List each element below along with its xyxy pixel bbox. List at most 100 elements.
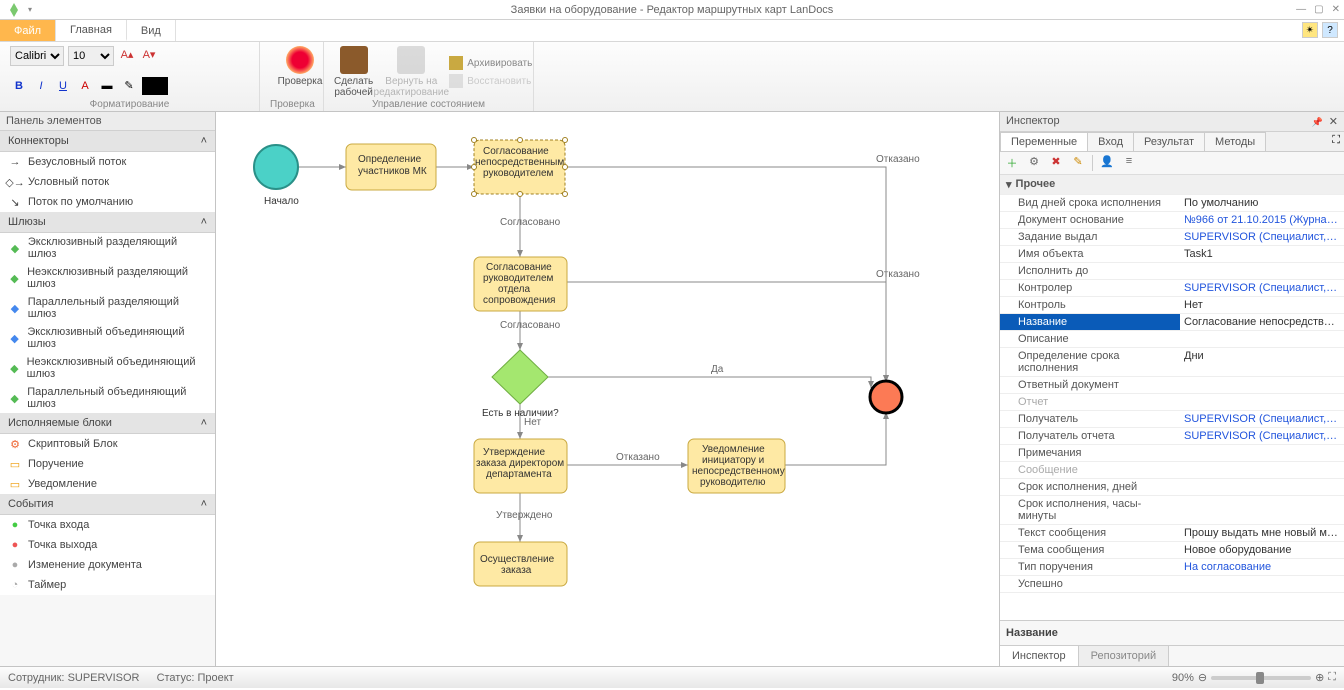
close-panel-icon[interactable]: ✕ xyxy=(1329,116,1338,128)
item-script-block[interactable]: ⚙Скриптовый Блок xyxy=(0,434,215,454)
menu-view[interactable]: Вид xyxy=(127,20,176,41)
gear-icon[interactable]: ⚙ xyxy=(1026,155,1042,171)
tab-methods[interactable]: Методы xyxy=(1204,132,1266,151)
underline-button[interactable]: U xyxy=(54,77,72,95)
filter-icon[interactable]: ≡ xyxy=(1121,155,1137,171)
property-row[interactable]: Описание xyxy=(1000,331,1344,348)
expand-icon[interactable]: ▾ xyxy=(1006,178,1012,191)
restore-button[interactable]: Восстановить xyxy=(449,74,532,88)
fill-button[interactable]: ▬ xyxy=(98,77,116,95)
shrink-font-icon[interactable]: A▾ xyxy=(140,46,158,64)
make-work-button[interactable]: Сделать рабочей xyxy=(334,46,373,98)
close-button[interactable]: ✕ xyxy=(1332,4,1340,15)
item-excl-split[interactable]: ◆Эксклюзивный разделяющий шлюз xyxy=(0,233,215,263)
item-assignment[interactable]: ▭Поручение xyxy=(0,454,215,474)
item-unconditional-flow[interactable]: →Безусловный поток xyxy=(0,152,215,172)
node-gateway[interactable] xyxy=(492,350,548,404)
property-row[interactable]: Вид дней срока исполненияПо умолчанию xyxy=(1000,195,1344,212)
status-bar: Сотрудник: SUPERVISOR Статус: Проект 90%… xyxy=(0,666,1344,688)
check-button[interactable]: Проверка xyxy=(270,46,330,87)
tab-input[interactable]: Вход xyxy=(1087,132,1134,151)
property-row[interactable]: ПолучательSUPERVISOR (Специалист, ООО ".… xyxy=(1000,411,1344,428)
maximize-button[interactable]: ▢ xyxy=(1314,4,1323,15)
tab-variables[interactable]: Переменные xyxy=(1000,132,1088,151)
arrow-diamond-icon: ◇→ xyxy=(8,175,22,189)
property-row[interactable]: Ответный документ xyxy=(1000,377,1344,394)
property-row[interactable]: Сообщение xyxy=(1000,462,1344,479)
pin-icon[interactable]: 📌 xyxy=(1312,117,1323,127)
item-default-flow[interactable]: ↘Поток по умолчанию xyxy=(0,192,215,212)
color-button[interactable] xyxy=(142,77,168,95)
section-events[interactable]: События˄ xyxy=(0,494,215,515)
property-row[interactable]: КонтролерSUPERVISOR (Специалист, ООО "..… xyxy=(1000,280,1344,297)
person-icon[interactable]: 👤 xyxy=(1099,155,1115,171)
brush-button[interactable]: ✎ xyxy=(120,77,138,95)
font-select[interactable]: Calibri xyxy=(10,46,64,66)
property-row[interactable]: Исполнить до xyxy=(1000,263,1344,280)
property-row[interactable]: Отчет xyxy=(1000,394,1344,411)
property-row[interactable]: Срок исполнения, часы-минуты xyxy=(1000,496,1344,525)
property-row[interactable]: НазваниеСогласование непосредственны... xyxy=(1000,314,1344,331)
property-row[interactable]: Успешно xyxy=(1000,576,1344,593)
zoom-out-button[interactable]: ⊖ xyxy=(1198,671,1207,684)
node-start[interactable] xyxy=(254,145,298,189)
add-icon[interactable]: ＋ xyxy=(1004,155,1020,171)
section-gates[interactable]: Шлюзы˄ xyxy=(0,212,215,233)
fontsize-select[interactable]: 10 xyxy=(68,46,114,66)
property-row[interactable]: Получатель отчетаSUPERVISOR (Специалист,… xyxy=(1000,428,1344,445)
italic-button[interactable]: I xyxy=(32,77,50,95)
arrow-slash-icon: ↘ xyxy=(8,195,22,209)
maximize-tab-icon[interactable]: ⛶ xyxy=(1328,132,1344,151)
puzzle-icon[interactable]: ✴ xyxy=(1302,22,1318,38)
item-timer[interactable]: ◔Таймер xyxy=(0,575,215,595)
property-row[interactable]: КонтрольНет xyxy=(1000,297,1344,314)
minimize-button[interactable]: — xyxy=(1296,4,1306,15)
property-row[interactable]: Срок исполнения, дней xyxy=(1000,479,1344,496)
fontcolor-button[interactable]: A xyxy=(76,77,94,95)
item-entry[interactable]: ●Точка входа xyxy=(0,515,215,535)
section-blocks[interactable]: Исполняемые блоки˄ xyxy=(0,413,215,434)
delete-icon[interactable]: ✖ xyxy=(1048,155,1064,171)
menu-home[interactable]: Главная xyxy=(56,20,127,41)
zoom-slider[interactable] xyxy=(1211,676,1311,680)
dropdown-arrow-icon[interactable]: ▾ xyxy=(28,5,32,14)
property-row[interactable]: Текст сообщенияПрошу выдать мне новый мо… xyxy=(1000,525,1344,542)
ribbon: Calibri 10 A▴ A▾ B I U A ▬ ✎ Форматирова… xyxy=(0,42,1344,112)
zoom-fit-button[interactable]: ⛶ xyxy=(1328,671,1336,684)
section-connectors[interactable]: Коннекторы˄ xyxy=(0,131,215,152)
diagram-canvas[interactable]: Отказано Согласовано Отказано Согласован… xyxy=(216,112,1000,666)
property-row[interactable]: Тип порученияНа согласование xyxy=(1000,559,1344,576)
item-nonexcl-split[interactable]: ◆Неэксклюзивный разделяющий шлюз xyxy=(0,263,215,293)
back-edit-button[interactable]: Вернуть на редактирование xyxy=(381,46,441,98)
property-row[interactable]: Задание выдалSUPERVISOR (Специалист, ООО… xyxy=(1000,229,1344,246)
property-row[interactable]: Тема сообщенияНовое оборудование xyxy=(1000,542,1344,559)
item-conditional-flow[interactable]: ◇→Условный поток xyxy=(0,172,215,192)
item-notification[interactable]: ▭Уведомление xyxy=(0,474,215,494)
item-nonexcl-join[interactable]: ◆Неэксклюзивный объединяющий шлюз xyxy=(0,353,215,383)
property-grid[interactable]: ▾Прочее Вид дней срока исполненияПо умол… xyxy=(1000,175,1344,620)
zoom-in-button[interactable]: ⊕ xyxy=(1315,671,1324,684)
chevron-up-icon: ˄ xyxy=(201,498,207,510)
item-parallel-split[interactable]: ◆Параллельный разделяющий шлюз xyxy=(0,293,215,323)
item-excl-join[interactable]: ◆Эксклюзивный объединяющий шлюз xyxy=(0,323,215,353)
property-row[interactable]: Определение срока исполненияДни xyxy=(1000,348,1344,377)
archive-button[interactable]: Архивировать xyxy=(449,56,532,70)
bold-button[interactable]: B xyxy=(10,77,28,95)
property-row[interactable]: Имя объектаTask1 xyxy=(1000,246,1344,263)
item-parallel-join[interactable]: ◆Параллельный объединяющий шлюз xyxy=(0,383,215,413)
menu-file[interactable]: Файл xyxy=(0,20,56,41)
help-icon[interactable]: ? xyxy=(1322,22,1338,38)
item-exit[interactable]: ●Точка выхода xyxy=(0,535,215,555)
toolbox-panel: Панель элементов Коннекторы˄ →Безусловны… xyxy=(0,112,216,666)
property-row[interactable]: Документ основание№966 от 21.10.2015 (Жу… xyxy=(1000,212,1344,229)
item-doc-change[interactable]: ●Изменение документа xyxy=(0,555,215,575)
inspector-tabs: Переменные Вход Результат Методы ⛶ xyxy=(1000,132,1344,152)
bottom-tab-inspector[interactable]: Инспектор xyxy=(1000,646,1079,666)
node-end[interactable] xyxy=(870,381,902,413)
edit-icon[interactable]: ✎ xyxy=(1070,155,1086,171)
bottom-tab-repository[interactable]: Репозиторий xyxy=(1079,646,1170,666)
grow-font-icon[interactable]: A▴ xyxy=(118,46,136,64)
property-row[interactable]: Примечания xyxy=(1000,445,1344,462)
circle-red-icon: ● xyxy=(8,538,22,552)
tab-result[interactable]: Результат xyxy=(1133,132,1205,151)
